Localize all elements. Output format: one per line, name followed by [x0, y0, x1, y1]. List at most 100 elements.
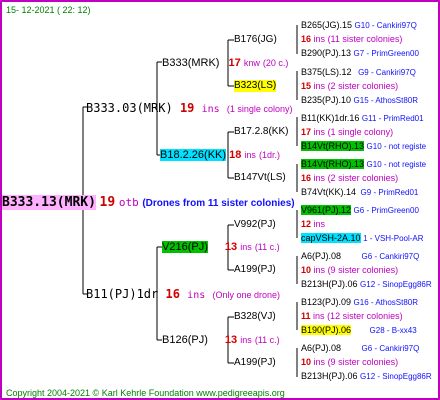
gen5-top[interactable]: B375(LS).12 G9 - Cankiri97Q — [301, 66, 416, 79]
gen5-ins: 10 ins (9 sister colonies) — [301, 264, 398, 276]
gen5-bottom[interactable]: B235(PJ).10 G15 - AthosSt80R — [301, 94, 418, 107]
gen5-ins-label: ins — [313, 34, 326, 44]
gen5-top-id: V961(PJ).12 — [301, 205, 352, 215]
father-id: B11(PJ)1dr — [86, 287, 159, 301]
gen5-ins-label: ins — [313, 357, 326, 367]
gen5-bottom[interactable]: B213H(PJ).06 G12 - SinopEgg86R — [301, 278, 432, 291]
gen5-top[interactable]: B123(PJ).09 G16 - AthosSt80R — [301, 296, 418, 309]
mother-ins-value: 19 — [179, 101, 195, 115]
gen3-node[interactable]: B333(MRK) 17 knw (20 c.) — [162, 57, 288, 69]
gen5-top-id: B11(KK)1dr.16 — [301, 113, 360, 123]
father-node[interactable]: B11(PJ)1dr 16 ins (Only one drone) — [86, 288, 280, 302]
gen5-ins-value: 11 — [301, 311, 311, 321]
gen5-top-line: G10 - Cankiri97Q — [354, 21, 417, 30]
gen4-node[interactable]: A199(PJ) — [234, 264, 276, 276]
gen4-node[interactable]: B323(LS) — [234, 80, 277, 92]
gen4-node[interactable]: B17.2.8(KK) — [234, 126, 288, 138]
gen5-top-id: B375(LS).12 — [301, 67, 352, 77]
gen5-note: (9 sister colonies) — [327, 357, 399, 367]
gen5-top-id: B123(PJ).09 — [301, 297, 352, 307]
gen5-bottom-id: capVSH-2A.10 — [301, 233, 361, 243]
gen5-bottom[interactable]: B14Vt(RHO).13 G10 - not registe — [301, 140, 426, 153]
gen5-bottom-line: G12 - SinopEgg86R — [360, 372, 432, 381]
gen4-node[interactable]: B328(VJ) — [234, 311, 276, 323]
gen5-bottom-line: G9 - PrimRed01 — [360, 188, 419, 197]
gen5-top-line: G10 - not registe — [366, 160, 427, 169]
gen5-ins-value: 16 — [301, 173, 312, 183]
gen5-bottom-id: B14Vt(RHO).13 — [301, 141, 365, 151]
gen5-top-line: G6 - PrimGreen00 — [353, 206, 419, 215]
gen3-node[interactable]: V216(PJ) 13 ins (11 c.) — [162, 241, 280, 253]
gen3-ins-value: 13 — [224, 241, 238, 253]
root-node[interactable]: B333.13(MRK) 19 otb (Drones from 11 sist… — [2, 195, 295, 211]
gen4-node[interactable]: B147Vt(LS) — [234, 172, 286, 184]
gen5-note: (2 sister colonies) — [327, 173, 399, 183]
gen3-note: (11 c.) — [254, 335, 280, 345]
gen3-ins-label: ins — [240, 335, 252, 345]
gen5-bottom-line: 1 - VSH-Pool-AR — [363, 234, 424, 243]
gen5-top[interactable]: V961(PJ).12 G6 - PrimGreen00 — [301, 204, 419, 217]
gen5-top[interactable]: B265(JG).15 G10 - Cankiri97Q — [301, 19, 417, 32]
pedigree-chart: 15- 12-2021 ( 22: 12) Copyright 2004-202… — [0, 0, 440, 400]
gen5-ins: 12 ins — [301, 218, 325, 230]
gen5-top[interactable]: A6(PJ).08 G6 - Cankiri97Q — [301, 250, 419, 263]
gen5-top-line: G6 - Cankiri97Q — [361, 252, 420, 261]
gen5-top[interactable]: A6(PJ).08 G6 - Cankiri97Q — [301, 342, 419, 355]
gen3-note: (1dr.) — [259, 150, 281, 160]
root-ins-label: otb — [118, 196, 139, 209]
gen3-note: (20 c.) — [262, 58, 289, 68]
father-ins-label: ins — [187, 290, 206, 301]
gen4-node[interactable]: A199(PJ) — [234, 357, 276, 369]
gen5-bottom[interactable]: B290(PJ).13 G7 - PrimGreen00 — [301, 47, 419, 60]
mother-ins-label: ins — [201, 104, 220, 115]
gen5-bottom[interactable]: B74Vt(KK).14 G9 - PrimRed01 — [301, 186, 418, 199]
gen3-ins-label: ins — [244, 150, 256, 160]
gen5-ins: 16 ins (11 sister colonies) — [301, 33, 402, 45]
root-ins-value: 19 — [99, 195, 116, 210]
father-note: (Only one drone) — [212, 290, 281, 300]
gen4-node[interactable]: B176(JG) — [234, 34, 277, 46]
gen5-bottom-line: G7 - PrimGreen00 — [353, 49, 419, 58]
gen5-bottom-id: B213H(PJ).06 — [301, 371, 358, 381]
gen3-node[interactable]: B126(PJ) 13 ins (11 c.) — [162, 334, 280, 346]
gen5-bottom-line: G12 - SinopEgg86R — [360, 280, 432, 289]
gen5-ins: 15 ins (2 sister colonies) — [301, 80, 398, 92]
gen5-ins-label: ins — [313, 173, 326, 183]
gen3-ins-value: 13 — [224, 334, 238, 346]
gen5-top-id: A6(PJ).08 — [301, 343, 342, 353]
gen5-top-id: B14Vt(RHO).13 — [301, 159, 365, 169]
gen5-ins-value: 10 — [301, 265, 312, 275]
gen5-note: (9 sister colonies) — [327, 265, 399, 275]
mother-node[interactable]: B333.03(MRK) 19 ins (1 single colony) — [86, 102, 292, 116]
gen5-bottom-id: B74Vt(KK).14 — [301, 187, 357, 197]
gen5-ins-value: 15 — [301, 81, 312, 91]
gen5-ins-label: ins — [313, 81, 326, 91]
gen5-ins-label: ins — [313, 219, 326, 229]
gen3-ins-value: 18 — [229, 149, 242, 161]
gen5-top[interactable]: B14Vt(RHO).13 G10 - not registe — [301, 158, 426, 171]
father-ins-value: 16 — [165, 287, 180, 301]
gen5-bottom[interactable]: B213H(PJ).06 G12 - SinopEgg86R — [301, 370, 432, 383]
gen5-ins-value: 12 — [301, 219, 312, 229]
gen5-top[interactable]: B11(KK)1dr.16 G11 - PrimRed01 — [301, 112, 424, 125]
gen5-bottom-id: B290(PJ).13 — [301, 48, 352, 58]
gen3-node[interactable]: B18.2.26(KK) 18 ins (1dr.) — [160, 149, 280, 161]
mother-id: B333.03(MRK) — [86, 101, 173, 115]
gen5-note: (12 sister colonies) — [327, 311, 403, 321]
gen5-bottom[interactable]: B190(PJ).06 G28 - B-xx43 — [301, 324, 417, 337]
gen5-bottom-id: B235(PJ).10 — [301, 95, 352, 105]
gen5-bottom[interactable]: capVSH-2A.10 1 - VSH-Pool-AR — [301, 232, 424, 245]
gen5-top-line: G6 - Cankiri97Q — [361, 344, 420, 353]
gen5-bottom-id: B190(PJ).06 — [301, 325, 352, 335]
gen5-ins-value: 17 — [301, 127, 312, 137]
gen5-ins-label: ins — [313, 311, 325, 321]
gen3-ins-label: knw — [243, 58, 260, 68]
gen5-bottom-id: B213H(PJ).06 — [301, 279, 358, 289]
root-id: B333.13(MRK) — [2, 195, 96, 210]
gen3-id: V216(PJ) — [162, 241, 208, 253]
gen4-node[interactable]: V992(PJ) — [234, 219, 276, 231]
gen5-ins-value: 16 — [301, 34, 312, 44]
gen5-bottom-line: G15 - AthosSt80R — [353, 96, 419, 105]
gen5-ins-label: ins — [313, 127, 326, 137]
gen5-ins: 10 ins (9 sister colonies) — [301, 356, 398, 368]
